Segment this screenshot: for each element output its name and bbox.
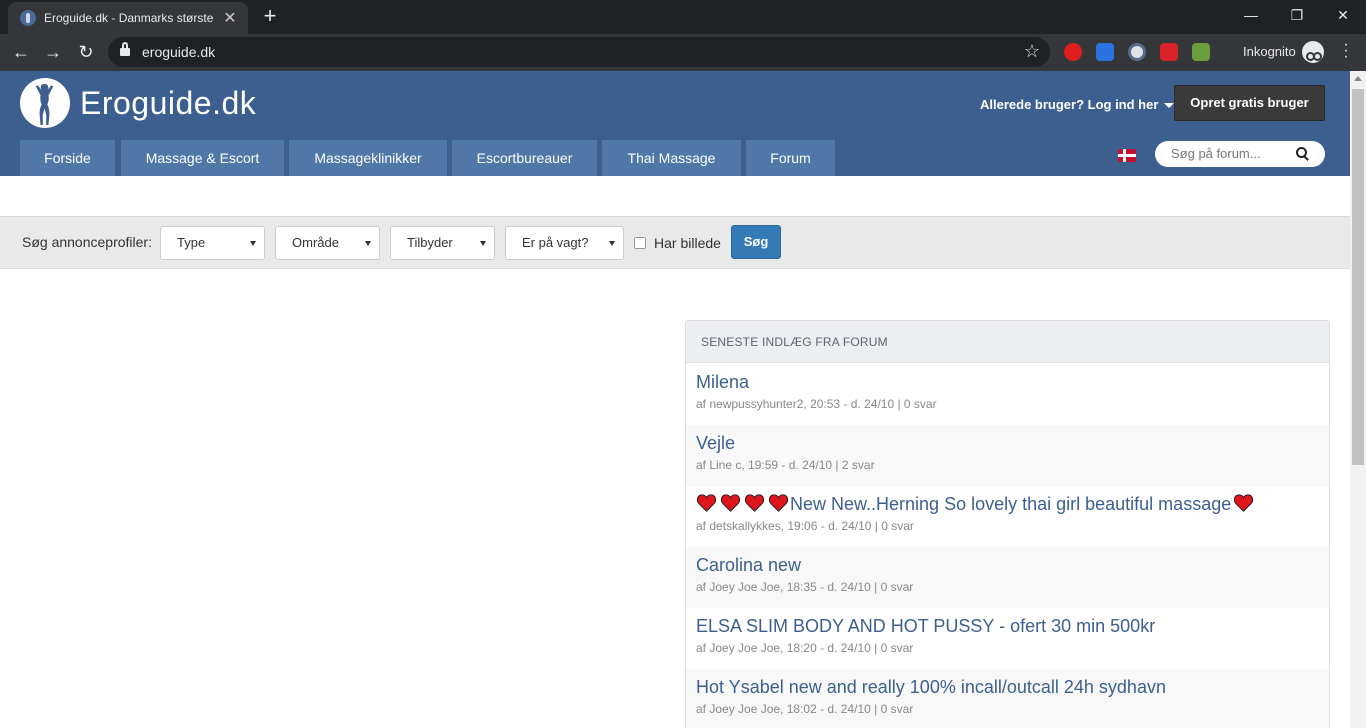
nav-tab-escortbureauer[interactable]: Escortbureauer (452, 140, 597, 176)
dropdown-arrow-icon (250, 241, 256, 246)
restore-icon[interactable]: ❐ (1274, 0, 1320, 30)
post-title-link[interactable]: ELSA SLIM BODY AND HOT PUSSY - ofert 30 … (696, 616, 1155, 637)
post-title-link[interactable]: Carolina new (696, 555, 801, 576)
has-picture-checkbox[interactable] (634, 237, 646, 249)
heart-icon (768, 494, 789, 512)
profile-search-bar: Søg annonceprofiler: Type Område Tilbyde… (0, 216, 1350, 269)
on-duty-select[interactable]: Er på vagt? (505, 226, 624, 260)
heart-icon (720, 494, 741, 512)
post-meta: af Joey Joe Joe, 18:20 - d. 24/10 | 0 sv… (696, 641, 914, 655)
forum-post: Vejle af Line c, 19:59 - d. 24/10 | 2 sv… (686, 425, 1329, 486)
heart-icon (696, 494, 717, 512)
site-favicon-icon (20, 10, 36, 26)
provider-select-value: Tilbyder (407, 235, 453, 250)
incognito-icon[interactable] (1302, 41, 1324, 63)
post-title-link[interactable]: New New..Herning So lovely thai girl bea… (696, 494, 1257, 515)
nav-tab-massage-escort[interactable]: Massage & Escort (121, 140, 284, 176)
bookmark-star-icon[interactable]: ☆ (1024, 41, 1040, 62)
site-header: Eroguide.dk Allerede bruger? Log ind her… (0, 71, 1350, 176)
provider-select[interactable]: Tilbyder (390, 226, 495, 260)
dropdown-arrow-icon (609, 241, 615, 246)
close-tab-icon[interactable]: ✕ (222, 8, 238, 28)
nav-tab-forside[interactable]: Forside (20, 140, 115, 176)
has-picture-label[interactable]: Har billede (654, 235, 721, 251)
reload-icon[interactable]: ↻ (73, 39, 99, 65)
post-meta: af newpussyhunter2, 20:53 - d. 24/10 | 0… (696, 397, 937, 411)
panel-heading: SENESTE INDLÆG FRA FORUM (686, 321, 1329, 363)
browser-toolbar: ← → ↻ eroguide.dk ☆ Inkognito · · · (0, 34, 1366, 71)
forum-latest-panel: SENESTE INDLÆG FRA FORUM Milena af newpu… (685, 320, 1330, 728)
forward-arrow-icon[interactable]: → (40, 39, 66, 65)
minimize-icon[interactable]: — (1228, 0, 1274, 30)
password-extension-icon[interactable] (1160, 43, 1178, 61)
browser-tab-bar: Eroguide.dk - Danmarks største g ✕ + — ❐… (0, 0, 1366, 34)
page-scrollbar[interactable] (1350, 71, 1366, 728)
forum-post: Milena af newpussyhunter2, 20:53 - d. 24… (686, 364, 1329, 425)
post-meta: af Joey Joe Joe, 18:35 - d. 24/10 | 0 sv… (696, 580, 914, 594)
nav-tab-thai-massage[interactable]: Thai Massage (602, 140, 741, 176)
search-label: Søg annonceprofiler: (22, 234, 152, 250)
forum-post: New New..Herning So lovely thai girl bea… (686, 486, 1329, 547)
post-title-link[interactable]: Hot Ysabel new and really 100% incall/ou… (696, 677, 1166, 698)
search-button[interactable]: Søg (731, 225, 781, 259)
area-select[interactable]: Område (275, 226, 380, 260)
post-meta: af Line c, 19:59 - d. 24/10 | 2 svar (696, 458, 875, 472)
dropdown-arrow-icon (365, 241, 371, 246)
scrollbar-thumb[interactable] (1352, 89, 1364, 465)
forum-post: Hot Ysabel new and really 100% incall/ou… (686, 669, 1329, 728)
forum-search-box[interactable] (1155, 141, 1325, 167)
tab-title: Eroguide.dk - Danmarks største g (44, 11, 216, 25)
type-select[interactable]: Type (160, 226, 265, 260)
forum-post: Carolina new af Joey Joe Joe, 18:35 - d.… (686, 547, 1329, 608)
forum-post: ELSA SLIM BODY AND HOT PUSSY - ofert 30 … (686, 608, 1329, 669)
blocker-extension-icon[interactable] (1128, 43, 1146, 61)
adblock-extension-icon[interactable] (1064, 43, 1082, 61)
new-tab-button[interactable]: + (258, 5, 282, 29)
chevron-down-icon (1164, 103, 1175, 109)
incognito-label: Inkognito (1243, 44, 1296, 59)
nav-tab-massageklinikker[interactable]: Massageklinikker (289, 140, 447, 176)
post-meta: af detskallykkes, 19:06 - d. 24/10 | 0 s… (696, 519, 914, 533)
close-window-icon[interactable]: ✕ (1320, 0, 1366, 30)
type-select-value: Type (177, 235, 206, 250)
scroll-up-arrow-icon[interactable] (1354, 76, 1362, 81)
post-title-link[interactable]: Vejle (696, 433, 735, 454)
search-icon[interactable] (1296, 147, 1308, 159)
post-title-link[interactable]: Milena (696, 372, 749, 393)
on-duty-select-value: Er på vagt? (522, 235, 589, 250)
post-meta: af Joey Joe Joe, 18:02 - d. 24/10 | 0 sv… (696, 702, 914, 716)
heart-icon (1234, 494, 1254, 512)
signup-button[interactable]: Opret gratis bruger (1174, 85, 1325, 121)
lock-icon (120, 42, 130, 57)
dropdown-arrow-icon (480, 241, 486, 246)
download-extension-icon[interactable] (1192, 43, 1210, 61)
login-link-label: Allerede bruger? Log ind her (980, 97, 1159, 112)
forum-search-input[interactable] (1171, 146, 1291, 161)
address-bar[interactable]: eroguide.dk ☆ (108, 37, 1050, 67)
back-arrow-icon[interactable]: ← (8, 39, 34, 65)
login-link[interactable]: Allerede bruger? Log ind her (980, 97, 1175, 112)
ghost-extension-icon[interactable] (1096, 43, 1114, 61)
post-title-text: New New..Herning So lovely thai girl bea… (790, 494, 1232, 514)
area-select-value: Område (292, 235, 339, 250)
browser-menu-icon[interactable]: · · · (1338, 37, 1354, 65)
logo-silhouette-icon[interactable] (20, 78, 70, 128)
heart-icon (744, 494, 765, 512)
site-logo-text[interactable]: Eroguide.dk (80, 85, 256, 122)
nav-tab-forum[interactable]: Forum (746, 140, 835, 176)
language-flag-icon[interactable] (1118, 149, 1136, 162)
browser-tab[interactable]: Eroguide.dk - Danmarks største g ✕ (8, 2, 248, 34)
url-text: eroguide.dk (142, 44, 216, 60)
